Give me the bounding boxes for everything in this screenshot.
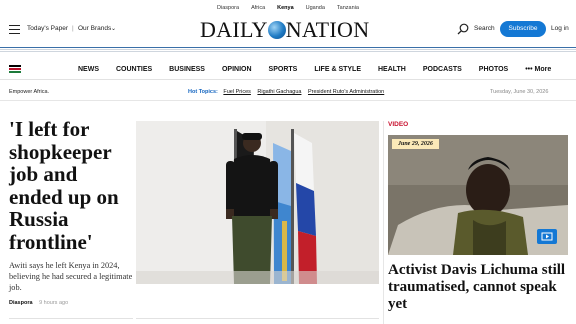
- lead-story-headline[interactable]: 'I left for shopkeeper job and ended up …: [9, 118, 134, 253]
- edition-diaspora[interactable]: Diaspora: [217, 3, 239, 13]
- nav-item-business[interactable]: BUSINESS: [169, 60, 205, 80]
- edition-bar: Diaspora Africa Kenya Uganda Tanzania: [0, 3, 576, 13]
- hot-topics-label: Hot Topics:: [188, 89, 218, 95]
- hot-topic-link[interactable]: President Ruto's Administration: [308, 89, 384, 95]
- tagline: Empower Africa.: [9, 89, 50, 95]
- video-date-badge: June 29, 2026: [392, 139, 439, 149]
- hot-topic-link[interactable]: Rigathi Gachagua: [257, 89, 301, 95]
- video-section-label[interactable]: VIDEO: [388, 121, 408, 128]
- lead-story-age: 9 hours ago: [39, 300, 69, 306]
- kenya-flag-icon: [9, 65, 21, 73]
- edition-uganda[interactable]: Uganda: [306, 3, 325, 13]
- lead-story-summary: Awiti says he left Kenya in 2024, believ…: [9, 261, 133, 292]
- video-thumbnail[interactable]: June 29, 2026: [388, 135, 568, 255]
- divider: [9, 318, 133, 319]
- globe-icon: [267, 21, 286, 39]
- logo-text-left: DAILY: [200, 17, 268, 42]
- divider: [0, 100, 576, 101]
- lead-story-section[interactable]: Diaspora: [9, 300, 33, 306]
- edition-tanzania[interactable]: Tanzania: [337, 3, 359, 13]
- nav-items: NEWS COUNTIES BUSINESS OPINION SPORTS LI…: [78, 60, 551, 80]
- current-date: Tuesday, June 30, 2026: [490, 89, 549, 95]
- login-link[interactable]: Log in: [551, 25, 569, 32]
- search-label[interactable]: Search: [474, 25, 495, 32]
- column-divider: [383, 121, 384, 324]
- play-icon[interactable]: [537, 229, 557, 244]
- lead-story-meta: Diaspora 9 hours ago: [9, 300, 68, 306]
- nav-item-news[interactable]: NEWS: [78, 60, 99, 80]
- lead-photo-illustration: [136, 121, 379, 284]
- chevron-down-icon[interactable]: ⌄: [111, 25, 116, 32]
- menu-icon[interactable]: [9, 25, 20, 34]
- nav-item-photos[interactable]: PHOTOS: [479, 60, 508, 80]
- hot-topic-link[interactable]: Fuel Prices: [223, 89, 251, 95]
- lead-story-image[interactable]: [136, 121, 379, 284]
- main-nav: NEWS COUNTIES BUSINESS OPINION SPORTS LI…: [0, 60, 576, 80]
- nav-item-opinion[interactable]: OPINION: [222, 60, 252, 80]
- subscribe-button[interactable]: Subscribe: [500, 21, 546, 37]
- search-icon[interactable]: [457, 23, 469, 35]
- edition-africa[interactable]: Africa: [251, 3, 265, 13]
- nav-more-button[interactable]: ••• More: [525, 60, 551, 80]
- masthead-separator: |: [72, 25, 74, 32]
- hot-topics: Hot Topics: Fuel Prices Rigathi Gachagua…: [188, 89, 389, 95]
- video-story-headline[interactable]: Activist Davis Lichuma still traumatised…: [388, 262, 568, 313]
- daily-nation-logo[interactable]: DAILY NATION: [200, 17, 376, 42]
- nav-item-life-style[interactable]: LIFE & STYLE: [314, 60, 361, 80]
- logo-text-right: NATION: [285, 17, 370, 42]
- todays-paper-link[interactable]: Today's Paper: [27, 25, 68, 32]
- nav-item-health[interactable]: HEALTH: [378, 60, 406, 80]
- our-brands-dropdown[interactable]: Our Brands: [78, 25, 111, 32]
- nav-item-podcasts[interactable]: PODCASTS: [423, 60, 462, 80]
- masthead-divider: [0, 47, 576, 53]
- nav-item-counties[interactable]: COUNTIES: [116, 60, 152, 80]
- edition-kenya[interactable]: Kenya: [277, 3, 294, 13]
- nav-item-sports[interactable]: SPORTS: [269, 60, 298, 80]
- divider: [136, 318, 379, 319]
- masthead: Today's Paper | Our Brands ⌄ DAILY NATION…: [0, 14, 576, 44]
